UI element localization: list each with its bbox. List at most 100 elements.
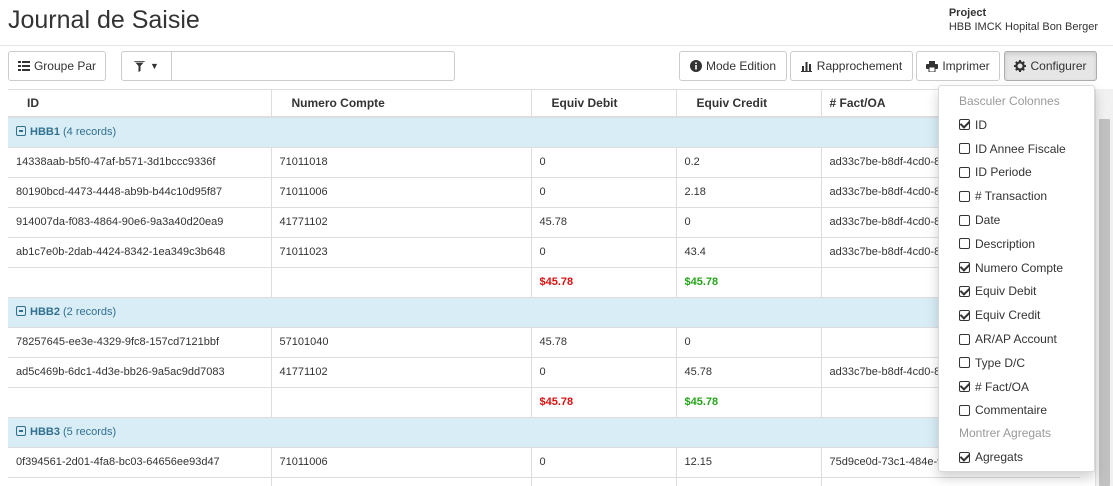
group-row[interactable]: HBB2 (2 records): [8, 297, 1080, 328]
cell-numero-compte: 41771102: [271, 207, 532, 238]
aggregate-row: $45.78 $45.78: [8, 267, 1080, 298]
journal-grid: ID Numero Compte Equiv Debit Equiv Credi…: [8, 89, 1080, 486]
checkbox-empty-icon[interactable]: [959, 404, 970, 416]
group-by-button[interactable]: Groupe Par: [8, 51, 106, 81]
table-row[interactable]: ab1c7e0b-2dab-4424-8342-1ea349c3b648 710…: [8, 237, 1080, 268]
group-row[interactable]: HBB1 (4 records): [8, 117, 1080, 148]
cell-equiv-debit: 0: [531, 147, 677, 178]
mode-edition-label: Mode Edition: [705, 59, 777, 73]
column-toggle-item[interactable]: Equiv Credit: [939, 303, 1094, 327]
group-name: HBB3: [30, 426, 60, 438]
column-toggle-label: Description: [975, 236, 1036, 251]
group-count: (2 records): [63, 306, 117, 318]
table-row[interactable]: 914007da-f083-4864-90e6-9a3a40d20ea9 417…: [8, 207, 1080, 238]
checkbox-empty-icon[interactable]: [959, 214, 970, 226]
column-toggle-item[interactable]: Equiv Debit: [939, 280, 1094, 304]
total-debit: $45.78: [531, 387, 677, 418]
table-row[interactable]: ad5c469b-6dc1-4d3e-bb26-9a5ac9dd7083 417…: [8, 357, 1080, 388]
cell-numero-compte: 71011006: [271, 447, 532, 478]
rapprochement-label: Rapprochement: [816, 59, 903, 73]
cell-numero-compte: 71011006: [271, 177, 532, 208]
column-toggle-item[interactable]: Type D/C: [939, 351, 1094, 375]
cell-id: 78257645-ee3e-4329-9fc8-157cd7121bbf: [8, 327, 272, 358]
print-label: Imprimer: [942, 59, 990, 73]
rapprochement-button[interactable]: Rapprochement: [790, 51, 913, 81]
aggregate-toggle-item[interactable]: Agregats: [939, 445, 1094, 469]
table-row[interactable]: 14338aab-b5f0-47af-b571-3d1bccc9336f 710…: [8, 147, 1080, 178]
column-header-equiv-credit[interactable]: Equiv Credit: [676, 90, 822, 118]
checkbox-empty-icon[interactable]: [959, 238, 970, 250]
table-header-row: ID Numero Compte Equiv Debit Equiv Credi…: [8, 90, 1080, 118]
cell-numero-compte: 71011023: [271, 237, 532, 268]
column-toggle-label: ID Annee Fiscale: [975, 141, 1066, 156]
column-toggle-item[interactable]: Numero Compte: [939, 256, 1094, 280]
column-header-equiv-debit[interactable]: Equiv Debit: [531, 90, 677, 118]
cell-numero-compte: 41771102: [271, 357, 532, 388]
column-toggle-item[interactable]: # Transaction: [939, 184, 1094, 208]
table-row[interactable]: 80190bcd-4473-4448-ab9b-b44c10d95f87 710…: [8, 177, 1080, 208]
checkbox-checked-icon[interactable]: [959, 381, 970, 393]
cell-equiv-debit: 45.78: [531, 207, 677, 238]
group-name: HBB2: [30, 306, 60, 318]
checkbox-empty-icon[interactable]: [959, 143, 970, 155]
table-row[interactable]: [8, 477, 1080, 486]
collapse-icon[interactable]: [16, 306, 26, 316]
print-icon: [926, 60, 939, 72]
column-toggle-item[interactable]: Date: [939, 208, 1094, 232]
cell-equiv-debit: 45.78: [531, 327, 677, 358]
column-toggle-item[interactable]: AR/AP Account: [939, 327, 1094, 351]
checkbox-checked-icon[interactable]: [959, 262, 970, 274]
mode-edition-button[interactable]: Mode Edition: [679, 51, 787, 81]
checkbox-checked-icon[interactable]: [959, 309, 970, 321]
collapse-icon[interactable]: [16, 126, 26, 137]
checkbox-empty-icon[interactable]: [959, 357, 970, 369]
configure-dropdown-menu: Basculer Colonnes ID ID Annee Fiscale ID P…: [938, 85, 1095, 472]
checkbox-checked-icon[interactable]: [959, 451, 970, 463]
column-toggle-item[interactable]: Commentaire: [939, 399, 1094, 423]
column-toggle-item[interactable]: ID: [939, 113, 1094, 137]
column-toggle-label: Commentaire: [975, 403, 1048, 418]
collapse-icon[interactable]: [16, 426, 26, 436]
column-toggle-label: Date: [975, 213, 1001, 228]
column-toggle-label: # Fact/OA: [975, 379, 1030, 394]
journal-table: ID Numero Compte Equiv Debit Equiv Credi…: [8, 90, 1080, 486]
project-info: Project HBB IMCK Hopital Bon Berger: [949, 6, 1098, 34]
scroll-thumb[interactable]: [1099, 119, 1110, 486]
cell-id: ab1c7e0b-2dab-4424-8342-1ea349c3b648: [8, 237, 272, 268]
column-toggle-label: ID: [975, 117, 987, 132]
project-name: HBB IMCK Hopital Bon Berger: [948, 21, 1098, 33]
checkbox-empty-icon[interactable]: [959, 190, 970, 202]
print-button[interactable]: Imprimer: [916, 51, 1000, 81]
show-aggregates-header: Montrer Agregats: [959, 426, 1052, 441]
column-header-numero-compte[interactable]: Numero Compte: [271, 90, 532, 118]
info-icon: [689, 60, 702, 72]
configure-button[interactable]: Configurer: [1004, 51, 1097, 81]
group-row[interactable]: HBB3 (5 records): [8, 417, 1080, 448]
configure-label: Configurer: [1030, 59, 1087, 73]
column-toggle-item[interactable]: ID Periode: [939, 161, 1094, 185]
filter-icon: [134, 60, 146, 72]
column-toggle-item[interactable]: Description: [939, 232, 1094, 256]
vertical-scrollbar[interactable]: [1095, 89, 1113, 486]
column-toggle-label: AR/AP Account: [975, 332, 1057, 347]
checkbox-empty-icon[interactable]: [959, 333, 970, 345]
column-toggle-label: ID Periode: [975, 165, 1032, 180]
checkbox-checked-icon[interactable]: [959, 285, 970, 297]
column-toggle-item[interactable]: # Fact/OA: [939, 375, 1094, 399]
checkbox-empty-icon[interactable]: [959, 166, 970, 178]
table-row[interactable]: 0f394561-2d01-4fa8-bc03-64656ee93d47 710…: [8, 447, 1080, 478]
cell-equiv-credit: 0.2: [676, 147, 822, 178]
cell-equiv-credit: 2.18: [676, 177, 822, 208]
cell-equiv-credit: 12.15: [676, 447, 822, 478]
filter-dropdown-button[interactable]: ▼: [121, 51, 172, 81]
cell-equiv-credit: 0: [676, 327, 822, 358]
cell-numero-compte: 71011018: [271, 147, 532, 178]
column-header-id[interactable]: ID: [8, 90, 272, 118]
search-input[interactable]: [171, 51, 455, 81]
column-toggle-item[interactable]: ID Annee Fiscale: [939, 137, 1094, 161]
cell-equiv-debit: 0: [531, 177, 677, 208]
page-title: Journal de Saisie: [8, 6, 200, 34]
checkbox-checked-icon[interactable]: [959, 119, 970, 131]
group-count: (4 records): [63, 126, 117, 139]
table-row[interactable]: 78257645-ee3e-4329-9fc8-157cd7121bbf 571…: [8, 327, 1080, 358]
